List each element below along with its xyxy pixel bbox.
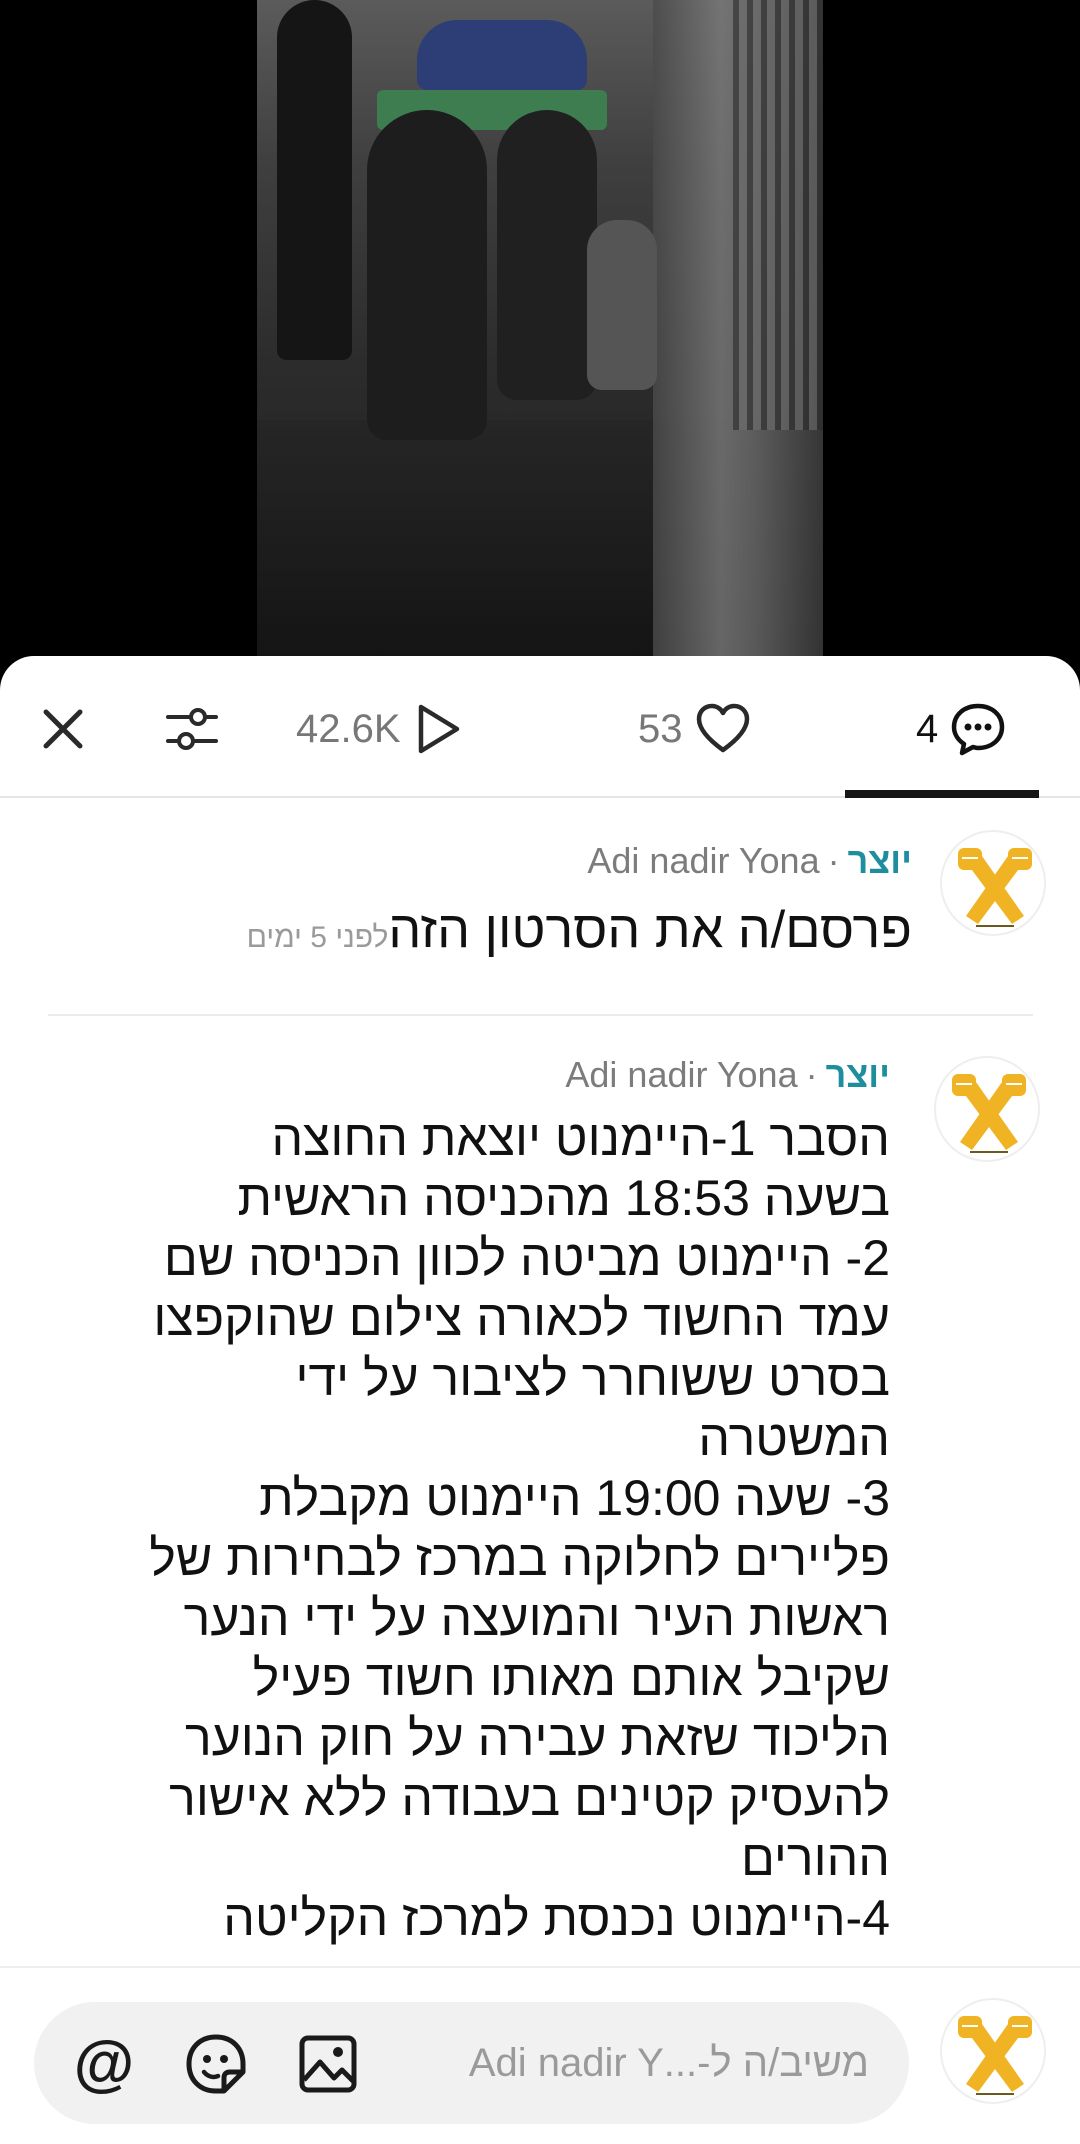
comment-text: פרסם/ה את הסרטון הזהלפני 5 ימים: [92, 902, 912, 966]
comment-line: המשטרה: [698, 1410, 890, 1466]
comment-text: הסבר 1-היימנוט יוצאת החוצה בשעה 18:53 מה…: [30, 1108, 890, 1948]
comment-divider: [48, 1014, 1033, 1016]
reply-input-container[interactable]: @: [34, 2002, 909, 2124]
video-railing: [733, 0, 823, 430]
comment-line: בסרט ששוחרר לציבור על ידי: [295, 1350, 890, 1406]
comments-sheet: 42.6K 53 4 יוצר · Adi nadir Yona פרסם/ה …: [0, 656, 1080, 2144]
at-icon[interactable]: @: [72, 2032, 136, 2096]
sheet-tabs: 42.6K 53 4: [0, 656, 1080, 798]
comments-count: 4: [916, 706, 939, 751]
comment-line: בשעה 18:53 מהכניסה הראשית: [237, 1170, 890, 1226]
views-count: 42.6K: [296, 706, 401, 751]
heart-icon: [696, 703, 749, 753]
comment-line: 3- שעה 19:00 היימנוט מקבלת: [259, 1470, 890, 1526]
comment-line: שקיבל אותם מאותו חשוד פעיל: [252, 1650, 890, 1706]
fist-logo-icon: [952, 1074, 1026, 1153]
likes-count: 53: [638, 706, 683, 751]
sticker-icon[interactable]: [184, 2032, 248, 2096]
comment-line: הסבר 1-היימנוט יוצאת החוצה: [271, 1110, 890, 1166]
creator-badge: יוצר: [825, 1054, 890, 1095]
video-person-1: [277, 0, 352, 360]
avatar[interactable]: [940, 830, 1046, 936]
comment-line: 4-היימנוט נכנסת למרכז הקליטה: [223, 1890, 890, 1946]
comment-line: ההורים: [741, 1830, 890, 1886]
avatar[interactable]: [934, 1056, 1040, 1162]
image-icon[interactable]: [296, 2032, 360, 2096]
creator-badge: יוצר: [847, 840, 912, 881]
user-avatar[interactable]: [940, 1998, 1046, 2104]
filter-button[interactable]: [164, 694, 220, 764]
comment-line: הליכוד שזאת עבירה על חוק הנוער: [184, 1710, 890, 1766]
comment-icon: [952, 703, 1005, 756]
tab-comments[interactable]: 4: [916, 694, 1006, 764]
comment-header: יוצר · Adi nadir Yona: [565, 1050, 890, 1100]
comment-line: ראשות העיר והמועצה על ידי הנער: [183, 1590, 890, 1646]
comments-list[interactable]: יוצר · Adi nadir Yona פרסם/ה את הסרטון ה…: [0, 798, 1080, 1958]
comment-time: לפני 5 ימים: [246, 921, 389, 954]
comment-line: 2- היימנוט מביטה לכוון הכניסה שם: [163, 1230, 890, 1286]
play-icon: [418, 704, 459, 754]
video-child: [587, 220, 657, 390]
reply-input[interactable]: [399, 2028, 869, 2098]
comment-line: פליירים לחלוקה במרכז לבחירות של: [149, 1530, 890, 1586]
comment-author[interactable]: Adi nadir Yona: [565, 1054, 797, 1096]
tab-views[interactable]: 42.6K: [296, 694, 463, 764]
active-tab-indicator: [845, 790, 1039, 798]
comment-body: פרסם/ה את הסרטון הזה: [388, 901, 912, 959]
filter-icon: [166, 708, 218, 750]
fist-logo-icon: [958, 848, 1032, 927]
video-person-2: [367, 110, 487, 440]
tab-likes[interactable]: 53: [638, 694, 751, 764]
comment-line: להעסיק קטינים בעבודה ללא אישור: [169, 1770, 890, 1826]
video-player[interactable]: [0, 0, 1080, 700]
separator-dot: ·: [827, 840, 840, 881]
separator-dot: ·: [805, 1054, 818, 1095]
video-person-3: [497, 110, 597, 400]
comment-line: עמד החשוד לכאורה צילום שהוקפצו: [153, 1290, 890, 1346]
close-button[interactable]: [38, 694, 88, 764]
comment-item: יוצר · Adi nadir Yona הסבר 1-היימנוט יוצ…: [0, 1028, 1080, 1958]
video-car: [417, 20, 587, 90]
fist-logo-icon: [958, 2016, 1032, 2095]
video-frame[interactable]: [257, 0, 823, 660]
close-icon: [43, 709, 83, 749]
reply-bar: @: [0, 1966, 1080, 2144]
comment-header: יוצר · Adi nadir Yona: [587, 836, 912, 886]
comment-author[interactable]: Adi nadir Yona: [587, 840, 819, 882]
comment-item: יוצר · Adi nadir Yona פרסם/ה את הסרטון ה…: [0, 798, 1080, 998]
